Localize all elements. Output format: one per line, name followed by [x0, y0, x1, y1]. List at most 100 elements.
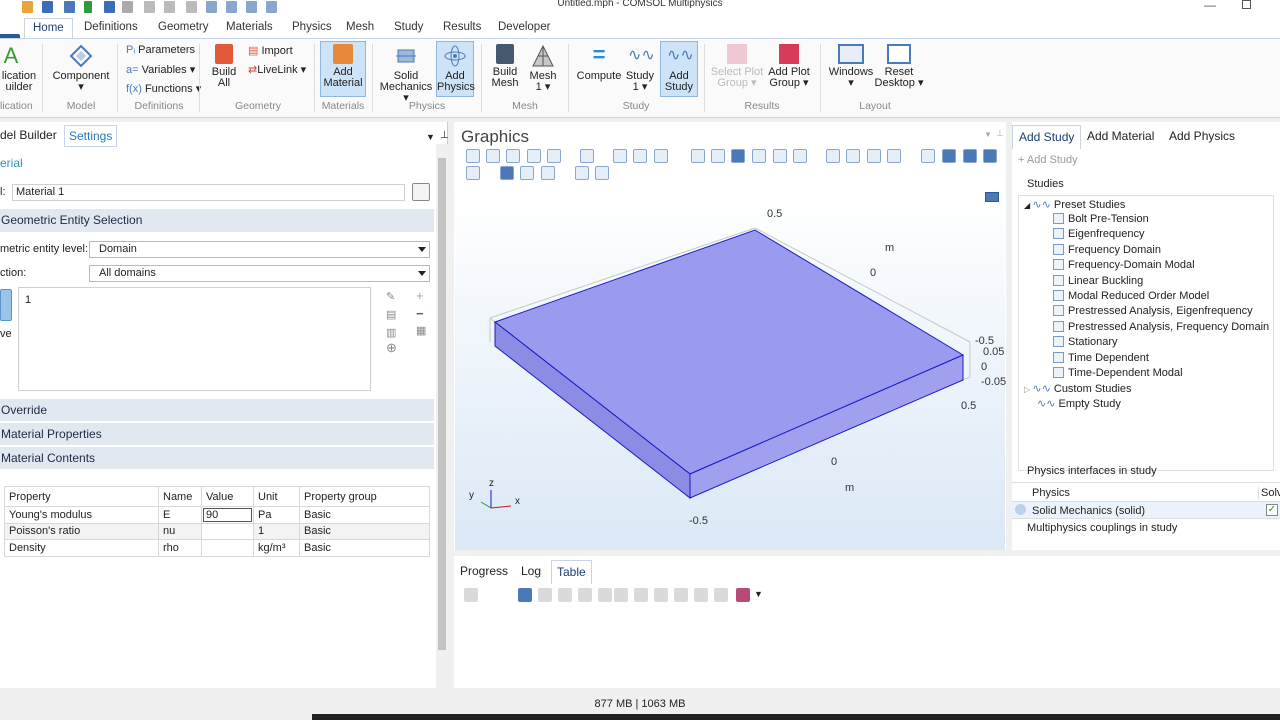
table-row[interactable]: Young's modulus E 90 Pa Basic: [4, 506, 430, 524]
clear-table-icon[interactable]: [614, 588, 628, 602]
zoom-extents-icon[interactable]: [527, 149, 541, 163]
tab-materials[interactable]: Materials: [226, 18, 273, 38]
tab-add-physics[interactable]: Add Physics: [1169, 129, 1235, 143]
tab-progress[interactable]: Progress: [460, 564, 508, 578]
tab-add-material[interactable]: Add Material: [1087, 129, 1154, 143]
export-table-icon[interactable]: [694, 588, 708, 602]
compute-button[interactable]: = Compute: [576, 44, 622, 82]
render-icon[interactable]: [846, 149, 860, 163]
table-row[interactable]: Poisson's ratio nu 1 Basic: [4, 522, 430, 540]
tab-mesh[interactable]: Mesh: [346, 18, 374, 38]
pin-icon[interactable]: ⊥: [996, 128, 1004, 139]
table-row[interactable]: Density rho kg/m³ Basic: [4, 539, 430, 557]
material-properties-header[interactable]: Material Properties: [0, 423, 434, 445]
tree-node-study[interactable]: Time Dependent: [1053, 351, 1149, 364]
table-grid-icon[interactable]: [464, 588, 478, 602]
select-box-icon[interactable]: [711, 149, 725, 163]
screenshot-icon[interactable]: [985, 192, 999, 202]
zoom-out-icon[interactable]: [486, 149, 500, 163]
tree-node-study[interactable]: Linear Buckling: [1053, 274, 1143, 287]
remove-icon[interactable]: −: [416, 306, 424, 321]
tab-results[interactable]: Results: [443, 18, 481, 38]
hide-for-geometry-icon[interactable]: [921, 149, 935, 163]
component-button[interactable]: Component ▾: [50, 44, 112, 93]
application-builder-button[interactable]: A lication uilder: [0, 44, 38, 93]
add-material-button[interactable]: Add Material: [320, 41, 366, 97]
tree-node-study[interactable]: Stationary: [1053, 336, 1118, 348]
list-item[interactable]: 1: [25, 294, 370, 306]
edit-node-icon[interactable]: [412, 183, 430, 201]
override-header[interactable]: Override: [0, 399, 434, 421]
select-all-icon[interactable]: [691, 149, 705, 163]
value-cell[interactable]: [201, 539, 254, 557]
image-icon[interactable]: [963, 149, 977, 163]
grid-icon[interactable]: [867, 149, 881, 163]
wireframe-icon[interactable]: [773, 149, 787, 163]
table-scientific-icon[interactable]: [558, 588, 572, 602]
hide-icon[interactable]: [731, 149, 745, 163]
perspective-icon[interactable]: [520, 166, 534, 180]
variables-button[interactable]: a= Variables ▾: [126, 63, 195, 76]
zoom-in-icon[interactable]: [466, 149, 480, 163]
functions-button[interactable]: f(x) Functions ▾: [126, 82, 201, 95]
tab-developer[interactable]: Developer: [498, 18, 550, 38]
add-physics-button[interactable]: Add Physics: [436, 41, 475, 97]
cell[interactable]: 90: [201, 506, 254, 524]
scrollbar-thumb[interactable]: [438, 158, 446, 650]
plot-table-icon[interactable]: [736, 588, 750, 602]
delete-rows-icon[interactable]: [634, 588, 648, 602]
zoom-box-icon[interactable]: [506, 149, 520, 163]
view-settings-icon[interactable]: [942, 149, 956, 163]
minimize-icon[interactable]: —: [1204, 0, 1216, 12]
tab-physics[interactable]: Physics: [292, 18, 332, 38]
table-decimal-icon[interactable]: [578, 588, 592, 602]
panel-menu-icon[interactable]: ▼: [426, 132, 435, 142]
tree-node-empty-study[interactable]: ∿∿ Empty Study: [1037, 397, 1121, 410]
solve-checkbox[interactable]: ✓: [1266, 504, 1278, 516]
print-icon[interactable]: [595, 166, 609, 180]
previous-view-icon[interactable]: [541, 166, 555, 180]
zoom-to-selection-icon[interactable]: ⊕: [386, 340, 397, 356]
value-cell[interactable]: [201, 522, 254, 540]
yz-view-icon[interactable]: [633, 149, 647, 163]
tab-definitions[interactable]: Definitions: [84, 18, 138, 38]
paste-selection-icon[interactable]: ✎: [386, 290, 395, 303]
tab-study[interactable]: Study: [394, 18, 423, 38]
label-input[interactable]: Material 1: [12, 184, 405, 201]
column-header[interactable]: Property group: [299, 486, 430, 507]
add-icon[interactable]: +: [416, 288, 424, 303]
tree-node-study[interactable]: Frequency-Domain Modal: [1053, 259, 1195, 271]
tab-add-study[interactable]: Add Study: [1012, 125, 1082, 149]
tree-node-study[interactable]: Eigenfrequency: [1053, 228, 1144, 240]
windows-button[interactable]: Windows ▾: [826, 44, 876, 89]
stop-icon[interactable]: [674, 588, 688, 602]
xy-view-icon[interactable]: [613, 149, 627, 163]
import-button[interactable]: ▤ Import: [248, 44, 293, 57]
tree-node-preset-studies[interactable]: ◢ ∿∿ Preset Studies: [1024, 198, 1125, 211]
camera-icon[interactable]: [575, 166, 589, 180]
copy-selection-icon[interactable]: ▤: [386, 308, 396, 321]
table-full-precision-icon[interactable]: [518, 588, 532, 602]
entity-level-select[interactable]: Domain: [89, 241, 430, 258]
selection-select[interactable]: All domains: [89, 265, 430, 282]
study1-button[interactable]: ∿∿ Study 1 ▾: [624, 44, 656, 93]
table-precision-icon[interactable]: [598, 588, 612, 602]
export-icon[interactable]: [983, 149, 997, 163]
reset-view-icon[interactable]: [466, 166, 480, 180]
add-study-button[interactable]: ∿∿ Add Study: [660, 41, 698, 97]
clear-selection-icon[interactable]: ▥: [386, 326, 396, 339]
scene-light-icon[interactable]: [826, 149, 840, 163]
add-plot-group-button[interactable]: Add Plot Group ▾: [764, 44, 814, 89]
tree-node-study[interactable]: Frequency Domain: [1053, 243, 1161, 256]
table-row[interactable]: Solid Mechanics (solid) ✓: [1012, 502, 1280, 519]
active-toggle-button[interactable]: [0, 289, 12, 321]
transparency-icon[interactable]: [793, 149, 807, 163]
tab-log[interactable]: Log: [521, 564, 541, 578]
axis-icon[interactable]: [887, 149, 901, 163]
tree-node-study[interactable]: Prestressed Analysis, Frequency Domain: [1053, 320, 1269, 333]
maximize-icon[interactable]: [1242, 0, 1251, 9]
tab-table[interactable]: Table: [551, 560, 592, 584]
table-auto-precision-icon[interactable]: [538, 588, 552, 602]
reset-desktop-button[interactable]: Reset Desktop ▾: [874, 44, 924, 89]
build-all-button[interactable]: Build All: [206, 44, 242, 89]
